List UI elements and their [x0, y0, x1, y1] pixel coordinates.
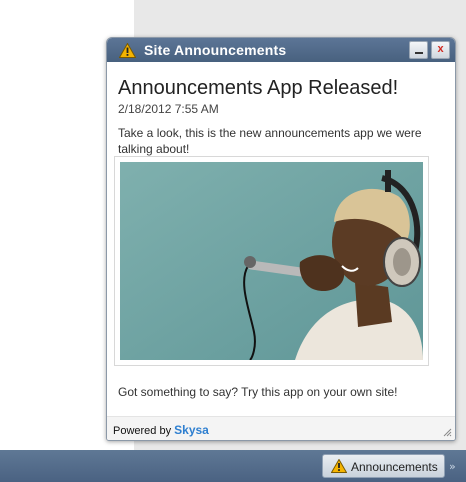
singer-photo	[120, 162, 423, 360]
announcement-body: Take a look, this is the new announcemen…	[118, 126, 422, 156]
close-button[interactable]: x	[431, 41, 450, 59]
minimize-icon	[414, 52, 423, 54]
skysa-link[interactable]: Skysa	[174, 423, 209, 437]
bottom-toolbar: Announcements »	[0, 450, 466, 482]
announcement-date: 2/18/2012 7:55 AM	[118, 102, 219, 116]
call-to-action: Got something to say? Try this app on yo…	[118, 385, 398, 399]
minimize-button[interactable]	[409, 41, 428, 59]
powered-by-label: Powered by	[113, 425, 172, 437]
announcements-button-label: Announcements	[351, 460, 438, 474]
popup-title: Site Announcements	[144, 42, 287, 58]
resize-grip-icon[interactable]	[443, 428, 452, 437]
warning-icon	[119, 43, 136, 58]
warning-icon	[331, 459, 347, 473]
announcements-popup: Site Announcements x Announcements App R…	[106, 37, 456, 441]
popup-footer: Powered by Skysa	[107, 416, 455, 440]
popup-titlebar[interactable]: Site Announcements x	[107, 38, 455, 62]
announcement-headline: Announcements App Released!	[118, 77, 399, 99]
popup-content: Announcements App Released! 2/18/2012 7:…	[118, 76, 446, 157]
announcements-button[interactable]: Announcements	[322, 454, 445, 478]
more-chevron-icon[interactable]: »	[449, 460, 456, 473]
powered-by: Powered by Skysa	[113, 423, 209, 437]
announcement-image	[114, 156, 429, 366]
